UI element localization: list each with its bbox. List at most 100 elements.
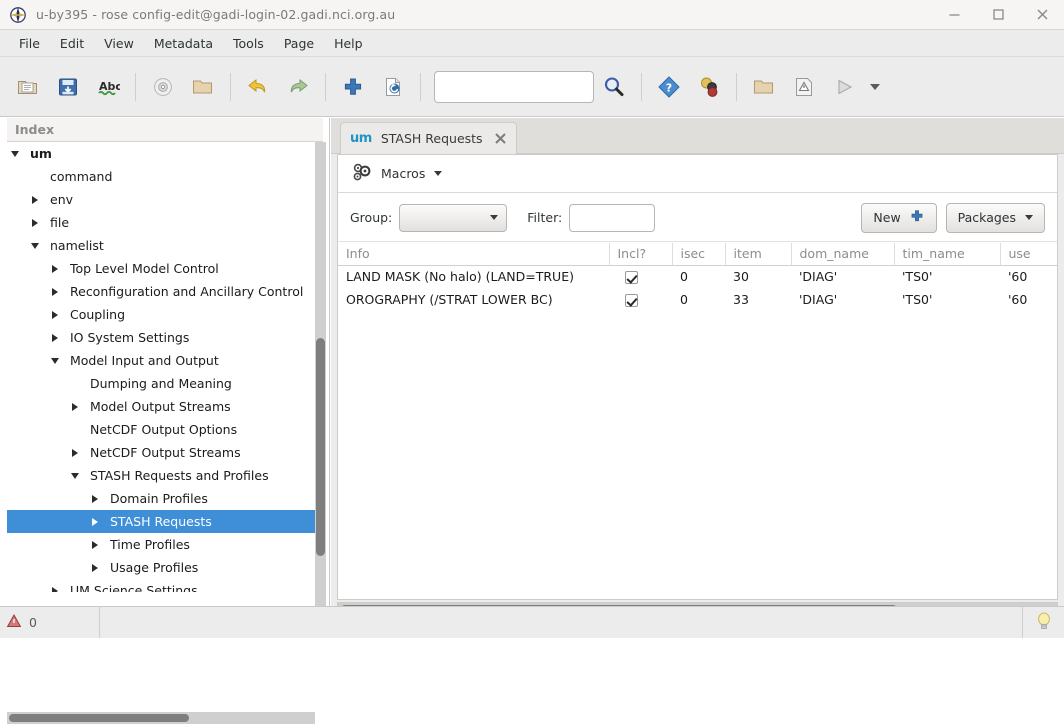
tree-item[interactable]: Reconfiguration and Ancillary Control — [7, 280, 315, 303]
tree-expander-collapsed-icon[interactable] — [87, 560, 103, 576]
folder-icon[interactable] — [747, 70, 781, 104]
tree-expander-collapsed-icon[interactable] — [27, 192, 43, 208]
tree-item[interactable]: Model Input and Output — [7, 349, 315, 372]
tree-expander-collapsed-icon[interactable] — [87, 514, 103, 530]
tree-item[interactable]: Dumping and Meaning — [7, 372, 315, 395]
menu-tools[interactable]: Tools — [223, 33, 274, 54]
cell-incl[interactable] — [609, 288, 672, 311]
toolbar-separator — [736, 72, 737, 101]
tree-item[interactable]: um — [7, 142, 315, 165]
tree-item[interactable]: STASH Requests — [7, 510, 315, 533]
col-header-info[interactable]: Info — [338, 243, 610, 266]
status-warnings[interactable]: 0 — [0, 607, 100, 638]
col-header-item[interactable]: item — [725, 243, 792, 266]
tree-item[interactable]: file — [7, 211, 315, 234]
tab-stash-requests[interactable]: um STASH Requests — [340, 122, 517, 154]
toolbar-separator — [230, 72, 231, 101]
stash-table-wrapper[interactable]: Info Incl? isec item dom_name tim_name u… — [338, 243, 1057, 599]
tree-expander-expanded-icon[interactable] — [27, 238, 43, 254]
tree-item[interactable]: IO System Settings — [7, 326, 315, 349]
tree-item[interactable]: UM Science Settings — [7, 579, 315, 592]
status-hint[interactable] — [1022, 607, 1064, 638]
find-icon[interactable] — [597, 70, 631, 104]
minimize-button[interactable] — [932, 0, 976, 29]
tree-expander-collapsed-icon[interactable] — [47, 583, 63, 592]
menu-edit[interactable]: Edit — [50, 33, 94, 54]
tree-expander-collapsed-icon[interactable] — [87, 537, 103, 553]
rose-compass-icon — [9, 6, 27, 24]
cell-info: OROGRAPHY (/STRAT LOWER BC) — [346, 292, 553, 307]
lightbulb-icon — [1035, 611, 1053, 635]
tree-item[interactable]: Domain Profiles — [7, 487, 315, 510]
tree-expander-collapsed-icon[interactable] — [87, 491, 103, 507]
open-icon[interactable] — [11, 70, 45, 104]
col-header-incl[interactable]: Incl? — [609, 243, 673, 266]
maximize-button[interactable] — [976, 0, 1020, 29]
index-tree[interactable]: um command env file namelist Top Level Model … — [7, 142, 315, 592]
tree-item[interactable]: Model Output Streams — [7, 395, 315, 418]
chevron-down-icon[interactable] — [864, 70, 886, 104]
tree-item[interactable]: Coupling — [7, 303, 315, 326]
revert-icon[interactable] — [376, 70, 410, 104]
tree-expander-expanded-icon[interactable] — [47, 353, 63, 369]
checkers-icon[interactable] — [692, 70, 726, 104]
tree-expander-expanded-icon[interactable] — [67, 468, 83, 484]
tree-item-label: Usage Profiles — [110, 560, 199, 575]
help-diamond-icon[interactable]: ? — [652, 70, 686, 104]
col-header-dom-name[interactable]: dom_name — [791, 243, 895, 266]
search-input[interactable] — [434, 70, 594, 103]
undo-icon[interactable] — [241, 70, 275, 104]
cell-incl[interactable] — [609, 265, 672, 288]
add-icon[interactable] — [336, 70, 370, 104]
tree-item[interactable]: env — [7, 188, 315, 211]
new-button[interactable]: New — [861, 202, 937, 233]
tab-close-icon[interactable] — [494, 132, 507, 145]
tree-expander-collapsed-icon[interactable] — [67, 445, 83, 461]
warning-page-icon[interactable] — [787, 70, 821, 104]
run-icon[interactable] — [827, 70, 861, 104]
menu-page[interactable]: Page — [274, 33, 324, 54]
save-icon[interactable] — [51, 70, 85, 104]
incl-checkbox[interactable] — [625, 271, 638, 285]
sidebar-horizontal-scroll-thumb[interactable] — [9, 714, 189, 722]
packages-button[interactable]: Packages — [945, 202, 1045, 233]
browse-folder-icon[interactable] — [186, 70, 220, 104]
menu-help[interactable]: Help — [324, 33, 373, 54]
col-header-isec[interactable]: isec — [672, 243, 726, 266]
tree-item[interactable]: NetCDF Output Options — [7, 418, 315, 441]
spellcheck-icon[interactable]: Abc — [91, 70, 125, 104]
svg-text:?: ? — [666, 81, 672, 94]
sidebar-vertical-scroll-thumb[interactable] — [316, 338, 325, 556]
cd-run-icon[interactable] — [146, 70, 180, 104]
tree-expander-collapsed-icon[interactable] — [27, 215, 43, 231]
menu-view[interactable]: View — [94, 33, 144, 54]
tree-item[interactable]: STASH Requests and Profiles — [7, 464, 315, 487]
tree-item[interactable]: namelist — [7, 234, 315, 257]
tree-expander-collapsed-icon[interactable] — [47, 307, 63, 323]
status-warning-count: 0 — [29, 615, 37, 630]
tree-expander-collapsed-icon[interactable] — [67, 399, 83, 415]
filter-input[interactable] — [569, 203, 656, 232]
incl-checkbox[interactable] — [625, 294, 638, 307]
tree-item[interactable]: Usage Profiles — [7, 556, 315, 579]
tree-expander-collapsed-icon[interactable] — [47, 261, 63, 277]
tree-expander-expanded-icon[interactable] — [7, 146, 23, 162]
redo-icon[interactable] — [281, 70, 315, 104]
tree-expander-collapsed-icon[interactable] — [47, 330, 63, 346]
table-row[interactable]: LAND MASK (No halo) (LAND=TRUE) 0 30 'DIAG'… — [338, 265, 1057, 288]
tree-item[interactable]: Top Level Model Control — [7, 257, 315, 280]
tree-item[interactable]: NetCDF Output Streams — [7, 441, 315, 464]
macros-chevron-down-icon[interactable] — [434, 171, 443, 176]
menu-file[interactable]: File — [9, 33, 50, 54]
table-row[interactable]: OROGRAPHY (/STRAT LOWER BC) 0 33 'DIAG' 'TS0… — [338, 288, 1057, 311]
tree-expander-collapsed-icon[interactable] — [47, 284, 63, 300]
col-header-use[interactable]: use — [1000, 243, 1057, 266]
tree-item[interactable]: command — [7, 165, 315, 188]
close-button[interactable] — [1020, 0, 1064, 29]
group-select[interactable] — [399, 203, 508, 232]
sidebar-vertical-scrollbar[interactable] — [315, 142, 326, 616]
panel-body: Macros Group: Filter: New Packages Info … — [337, 154, 1058, 600]
tree-item[interactable]: Time Profiles — [7, 533, 315, 556]
menu-metadata[interactable]: Metadata — [144, 33, 223, 54]
col-header-tim-name[interactable]: tim_name — [894, 243, 1001, 266]
